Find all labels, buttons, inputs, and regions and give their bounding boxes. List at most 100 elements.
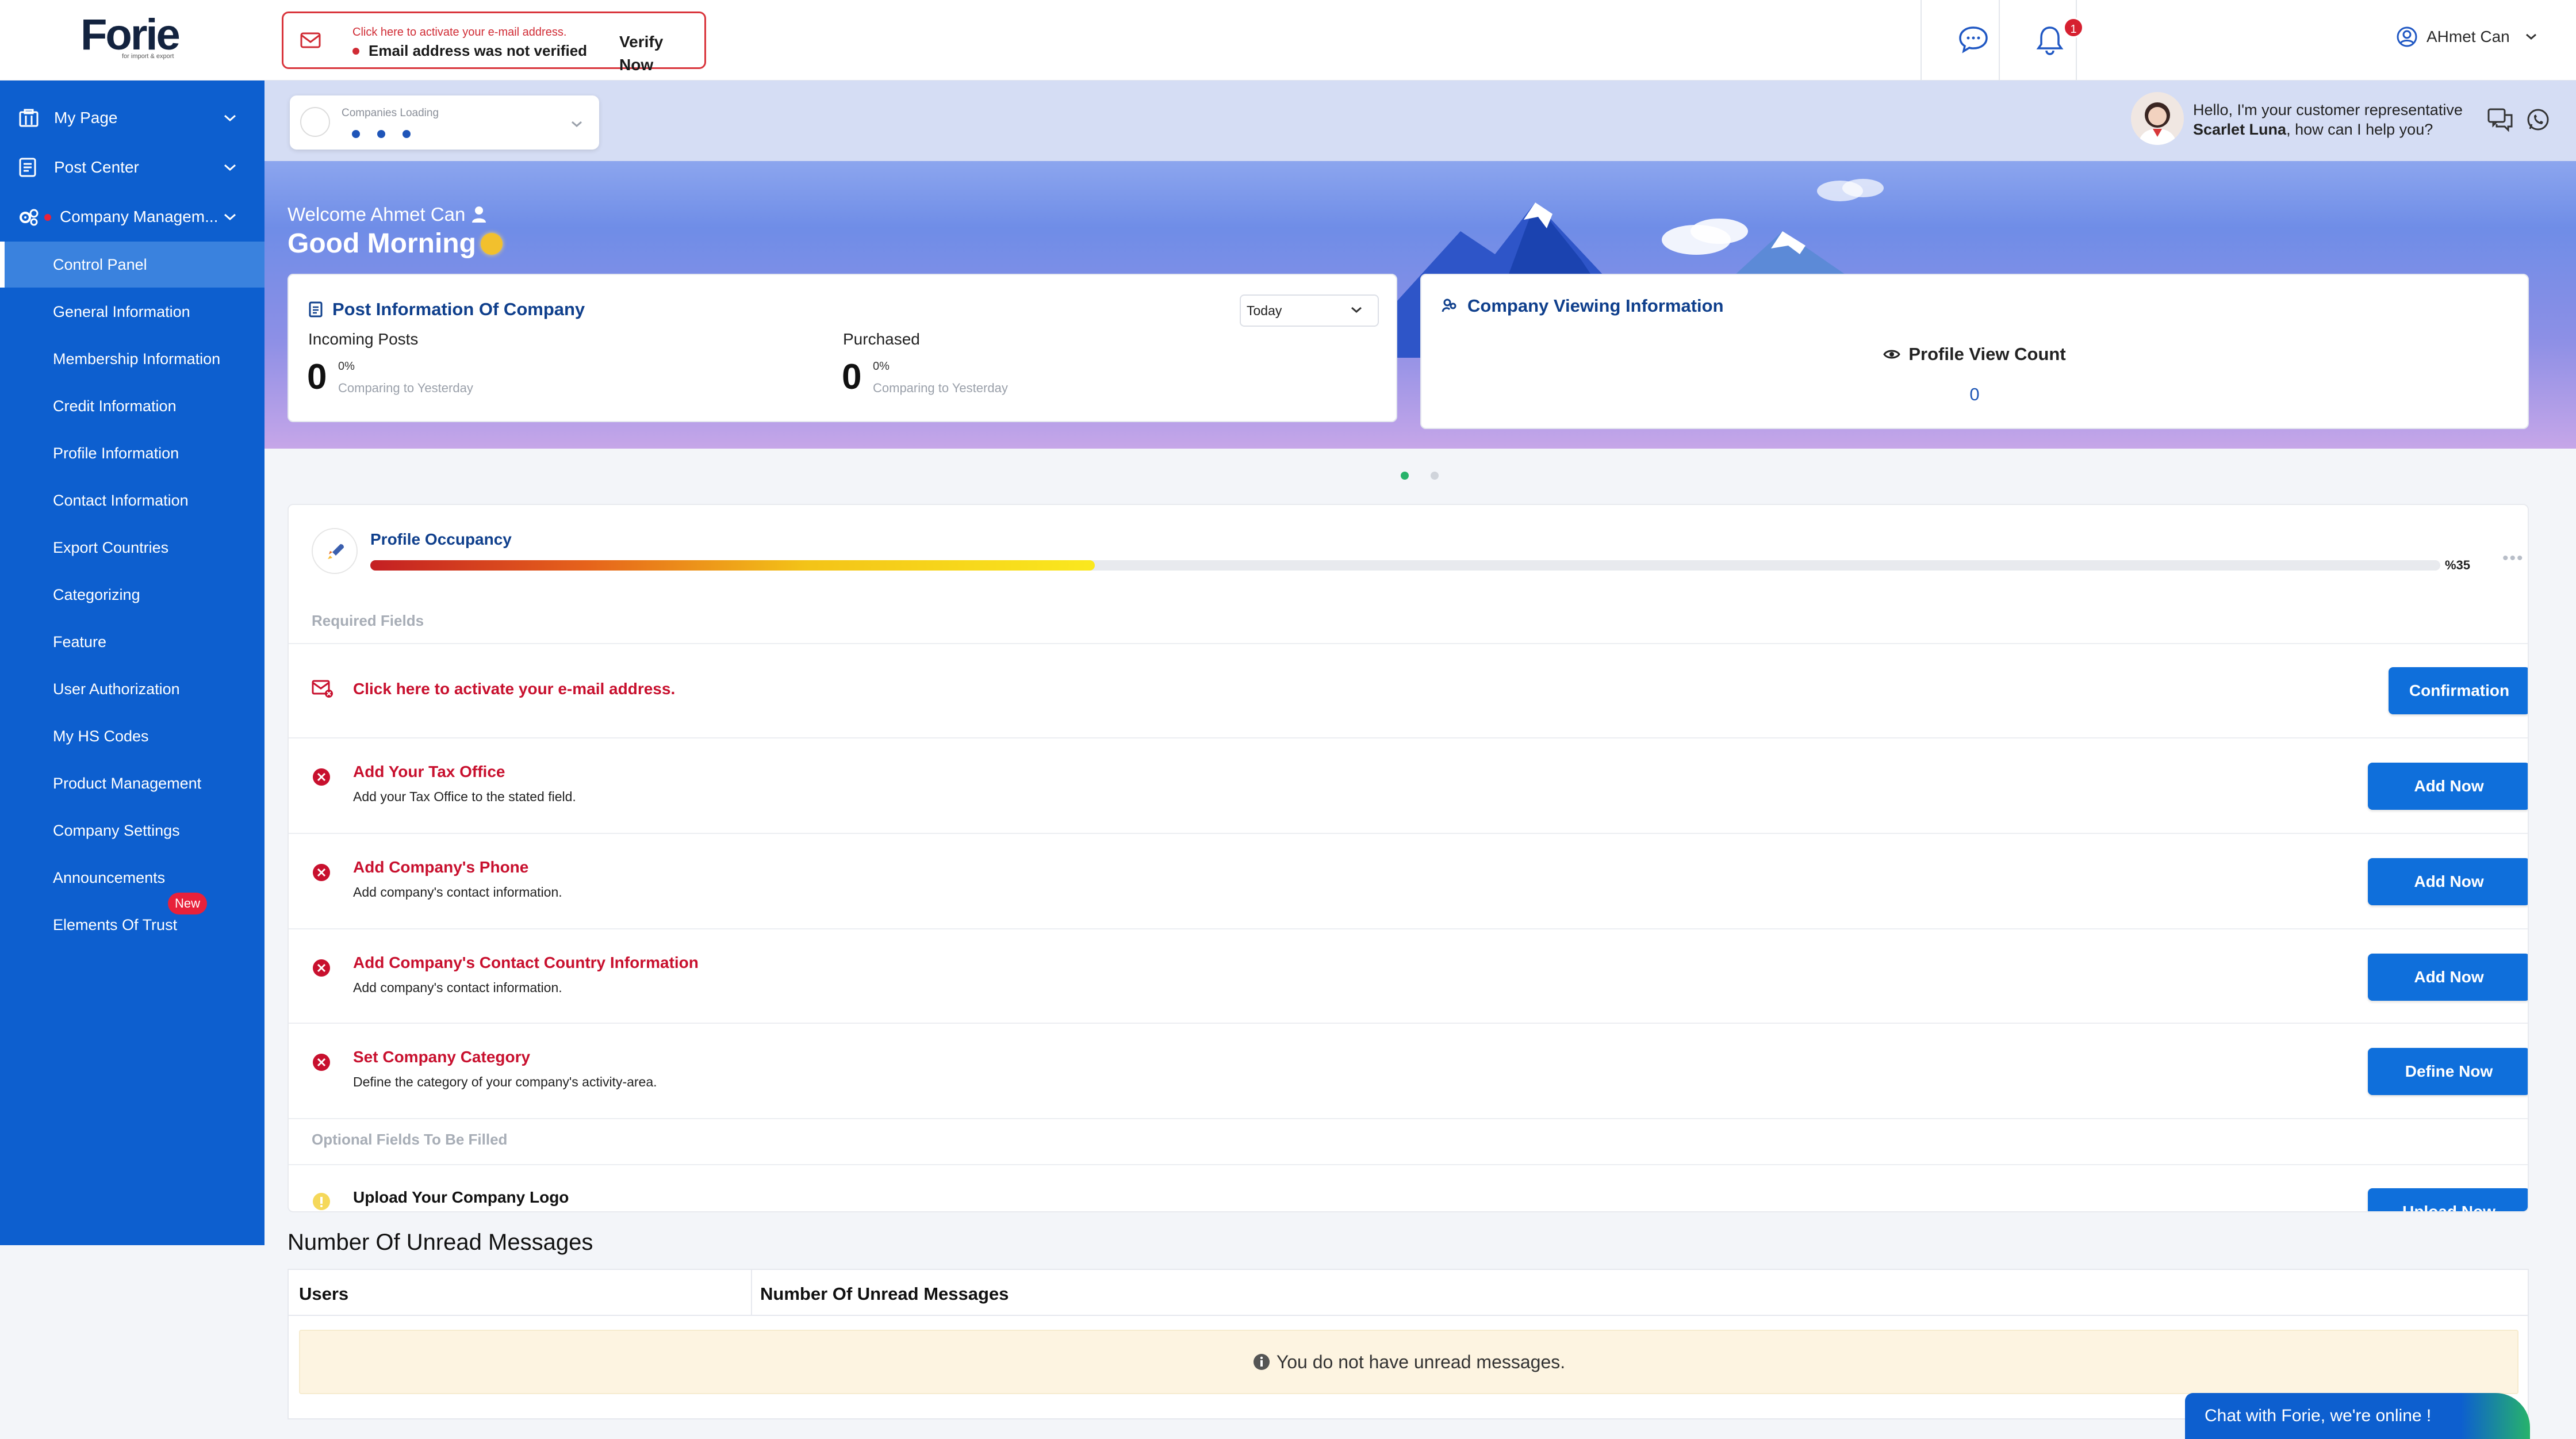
whatsapp-icon[interactable]: [2525, 107, 2551, 132]
carousel-dot-active[interactable]: [1401, 472, 1409, 480]
viewing-title-text: Company Viewing Information: [1467, 296, 1724, 316]
sidebar-item-export-countries[interactable]: Export Countries: [0, 525, 264, 571]
sidebar-item-categorizing[interactable]: Categorizing: [0, 572, 264, 618]
sidebar-item-general-information[interactable]: General Information: [0, 289, 264, 335]
chevron-down-icon: [223, 114, 237, 122]
row-title: Set Company Category: [353, 1048, 531, 1066]
sidebar-item-label: My HS Codes: [53, 727, 149, 745]
sidebar-item-contact-information[interactable]: Contact Information: [0, 477, 264, 523]
profile-view-count-label: Profile View Count: [1421, 344, 2528, 365]
sidebar-item-profile-information[interactable]: Profile Information: [0, 430, 264, 476]
document-icon: [18, 157, 37, 178]
incoming-posts-value: 0: [307, 357, 327, 397]
company-viewing-card: Company Viewing Information Profile View…: [1420, 274, 2529, 429]
divider: [2076, 0, 2077, 81]
sidebar-item-my-page[interactable]: My Page: [0, 93, 264, 143]
messages-icon[interactable]: [1957, 24, 1989, 54]
contact-country-row: Add Company's Contact Country Informatio…: [289, 928, 2528, 1023]
row-title: Add Company's Contact Country Informatio…: [353, 954, 699, 971]
sidebar-item-announcements[interactable]: Announcements: [0, 855, 264, 901]
sidebar-item-label: Categorizing: [53, 585, 140, 603]
verify-now-button[interactable]: Verify Now: [614, 30, 704, 74]
greeting-text: Good Morning: [288, 228, 503, 259]
profile-view-count-value: 0: [1969, 384, 1980, 404]
representative-greeting: Hello, I'm your customer representative: [2193, 101, 2463, 118]
loading-dot: [377, 130, 385, 138]
sidebar-item-label: User Authorization: [53, 680, 180, 698]
sidebar-item-credit-information[interactable]: Credit Information: [0, 383, 264, 429]
chat-bubbles-icon[interactable]: [2486, 107, 2514, 132]
sidebar-item-label: Credit Information: [53, 397, 177, 415]
upload-logo-button[interactable]: Upload Now: [2368, 1188, 2528, 1211]
column-header-unread-count: Number Of Unread Messages: [760, 1284, 1009, 1304]
chevron-down-icon: [223, 163, 237, 171]
sidebar-item-label: Post Center: [54, 158, 139, 176]
date-range-select[interactable]: Today: [1240, 294, 1379, 327]
optional-fields-label: Optional Fields To Be Filled: [312, 1131, 508, 1148]
purchased-percent: 0%: [873, 360, 890, 373]
user-menu[interactable]: AHmet Can: [2395, 25, 2537, 48]
sidebar-item-elements-of-trust[interactable]: Elements Of Trust: [0, 902, 264, 948]
empty-state-text: You do not have unread messages.: [1276, 1351, 1566, 1372]
email-verify-alert[interactable]: Click here to activate your e-mail addre…: [282, 12, 706, 74]
building-icon: [18, 109, 39, 127]
carousel-dot[interactable]: [1431, 472, 1439, 480]
company-selector-label: Companies Loading: [342, 107, 439, 119]
add-contact-country-button[interactable]: Add Now: [2368, 954, 2528, 1001]
add-phone-button[interactable]: Add Now: [2368, 858, 2528, 905]
add-tax-office-button[interactable]: Add Now: [2368, 763, 2528, 810]
company-selector[interactable]: Companies Loading: [290, 95, 599, 150]
verify-message-text: Email address was not verified: [369, 42, 588, 59]
sidebar-item-user-authorization[interactable]: User Authorization: [0, 666, 264, 712]
document-icon: [309, 301, 323, 317]
user-icon: [472, 206, 486, 223]
tax-office-row: Add Your Tax Office Add your Tax Office …: [289, 737, 2528, 832]
sidebar-item-label: General Information: [53, 303, 190, 320]
email-activation-link[interactable]: Click here to activate your e-mail addre…: [353, 680, 675, 698]
header-divider: [289, 1315, 2528, 1316]
sidebar-item-product-management[interactable]: Product Management: [0, 760, 264, 806]
sidebar-item-label: Membership Information: [53, 350, 221, 368]
sidebar-item-control-panel[interactable]: Control Panel: [0, 242, 264, 288]
more-options-icon[interactable]: •••: [2502, 549, 2524, 568]
loading-dot: [402, 130, 411, 138]
sidebar-item-my-hs-codes[interactable]: My HS Codes: [0, 713, 264, 759]
live-chat-widget[interactable]: Chat with Forie, we're online !: [2185, 1393, 2530, 1439]
verify-hint-link[interactable]: Click here to activate your e-mail addre…: [352, 26, 566, 39]
representative-avatar: [2131, 92, 2184, 145]
sidebar-item-company-management[interactable]: Company Managem...: [0, 192, 264, 242]
purchased-value: 0: [842, 357, 862, 397]
company-logo-row: Upload Your Company Logo Upload Now: [289, 1164, 2528, 1211]
forie-logo[interactable]: Forie: [80, 13, 181, 57]
sun-icon: [480, 232, 503, 255]
purchased-label: Purchased: [843, 330, 920, 348]
notification-count-badge: 1: [2063, 17, 2084, 38]
eye-icon: [1883, 350, 1901, 359]
empty-state-alert: You do not have unread messages.: [299, 1330, 2518, 1394]
loading-dot: [352, 130, 360, 138]
define-category-button[interactable]: Define Now: [2368, 1048, 2528, 1095]
sidebar-item-membership-information[interactable]: Membership Information: [0, 336, 264, 382]
optional-fields-header: Optional Fields To Be Filled: [289, 1118, 2528, 1164]
profile-occupancy-title: Profile Occupancy: [370, 530, 512, 548]
sidebar-item-label: Product Management: [53, 774, 202, 792]
confirmation-button[interactable]: Confirmation: [2389, 667, 2528, 714]
row-description: Define the category of your company's ac…: [353, 1074, 657, 1089]
user-name: AHmet Can: [2426, 28, 2510, 45]
profile-view-count-text: Profile View Count: [1908, 344, 2066, 364]
sidebar-item-company-settings[interactable]: Company Settings: [0, 807, 264, 854]
bell-icon[interactable]: [2035, 24, 2064, 56]
logo-tagline: for import & export: [122, 53, 174, 60]
column-divider: [751, 1270, 752, 1315]
sidebar-item-feature[interactable]: Feature: [0, 619, 264, 665]
chevron-down-icon: [1350, 306, 1363, 314]
sidebar-item-post-center[interactable]: Post Center: [0, 143, 264, 192]
post-info-title-text: Post Information Of Company: [332, 299, 585, 319]
greeting-message: Good Morning: [288, 228, 476, 259]
sidebar-item-label: Contact Information: [53, 491, 189, 509]
email-activation-row: Click here to activate your e-mail addre…: [289, 643, 2528, 737]
mail-error-icon: [312, 679, 334, 698]
info-icon: [1253, 1354, 1270, 1370]
row-title: Add Company's Phone: [353, 858, 529, 876]
sidebar-item-label: Feature: [53, 633, 107, 650]
